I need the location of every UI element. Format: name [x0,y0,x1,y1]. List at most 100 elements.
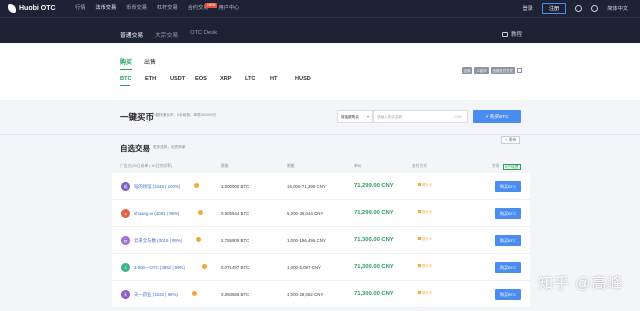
bell-icon[interactable] [575,5,583,12]
download-icon[interactable] [591,5,599,12]
tab-normal-trade[interactable]: 普通交易 [120,30,144,47]
verified-icon [196,237,201,242]
buy-btc-button[interactable]: 购买BTC [495,181,521,192]
tutorial-label: 教程 [510,32,522,38]
quantity: 1.000000 BTC [221,184,250,189]
book-icon [501,31,508,37]
coin-tab-ltc[interactable]: LTC [245,76,270,86]
nav-margin-trade[interactable]: 杠杆交易 [152,0,183,17]
coin-tab-usdt[interactable]: USDT [170,76,195,86]
payment-method: 银行卡 [418,290,432,295]
buy-btc-button[interactable]: 购买BTC [495,289,521,300]
header-price: 单价 [354,164,362,168]
filter-all[interactable]: 全部 [461,67,473,74]
section-title: 自选交易 [120,144,150,153]
table-row: s shuang-xi (4081 | 99%) 0.505544 BTC 5,… [112,200,530,227]
merchant-name[interactable]: 云来全与数 (3019 | 99%) [134,238,182,244]
amount-input[interactable]: 请输入购买金额 CNY [373,110,468,123]
zhihu-watermark: 知乎 @高峰 [538,275,624,292]
coin-tab-eth[interactable]: ETH [145,76,170,86]
language-selector[interactable]: 简体中文 [607,5,628,12]
filter-payment[interactable]: 全部支付方式 [490,67,515,74]
avatar: 云 [121,236,130,245]
limit: 1,000-5,097 CNY [287,265,321,270]
table-row: 云 云来全与数 (3019 | 99%) 2.755909 BTC 1,000-… [112,227,530,254]
unit-price: 71,299.00 CNY [354,183,394,189]
nav-contract-trade[interactable]: 合约交易 NEW [183,0,218,17]
nav-user-center[interactable]: 用户中心 [213,0,244,17]
unit-price: 71,300.00 CNY [354,291,394,297]
filter-toggle-icon[interactable] [517,68,522,73]
limit: 5,000-36,044 CNY [287,211,324,216]
unit-price: 71,300.00 CNY [354,237,394,243]
quick-buy-section: 一键买币 小额快速买币，0手续费，单笔500000万 按金额购买 请输入购买金额… [0,100,640,135]
quick-buy-title: 一键买币 [120,112,155,122]
merchant-name[interactable]: 韬的场馆 (4346 | 100%) [134,184,180,190]
zero-fee-badge: 0手续费 [503,164,521,170]
merchant-name[interactable]: 3.800—OTC (3962 | 99%) [134,265,185,270]
nav-coin-trade[interactable]: 币币交易 [121,0,152,17]
top-right-actions: 登录 注册 简体中文 [522,3,628,14]
coin-tabs: BTC ETH USDT EOS XRP LTC HT HUSD [120,76,320,86]
coin-tab-husd[interactable]: HUSD [295,76,320,86]
main-nav: 行情 法币交易 币币交易 杠杆交易 合约交易 NEW 用户中心 [70,0,244,17]
top-navigation-bar: Huobi OTC 行情 法币交易 币币交易 杠杆交易 合约交易 NEW 用户中… [0,0,640,17]
unit-price: 71,299.00 CNY [354,210,394,216]
limit: 1,000-196,496 CNY [287,238,326,243]
avatar: 天 [121,290,130,299]
quick-buy-description: 小额快速买币，0手续费，单笔500000万 [152,113,217,117]
table-header: 广告方(30日成单 | 30日完成率) 数量 限额 单价 支付方式 交易 0手续… [120,162,525,172]
quick-buy-button[interactable]: ⚡ 购买BTC [473,110,521,123]
buy-btc-button[interactable]: 购买BTC [495,208,521,219]
buy-tab[interactable]: 购买 [120,57,133,70]
buy-btc-button[interactable]: 购买BTC [495,235,521,246]
coin-tab-xrp[interactable]: XRP [220,76,245,86]
filter-currency[interactable]: 人民币 [474,67,489,74]
coin-tab-btc[interactable]: BTC [120,76,145,86]
tutorial-link[interactable]: 教程 [501,30,522,38]
verified-icon [202,264,207,269]
sell-tab[interactable]: 出售 [144,57,156,66]
filter-group: 全部 人民币 全部支付方式 [461,67,522,74]
payment-method: 银行卡 [418,182,432,187]
coin-tab-eos[interactable]: EOS [195,76,220,86]
amount-placeholder: 请输入购买金额 [377,115,403,119]
buy-mode-select[interactable]: 按金额购买 [337,110,373,123]
buy-btc-button[interactable]: 购买BTC [495,262,521,273]
nav-market[interactable]: 行情 [70,0,90,17]
avatar: s [121,209,130,218]
header-payment: 支付方式 [412,164,428,168]
login-link[interactable]: 登录 [522,5,532,12]
merchant-name[interactable]: 天一药业 (1632 | 98%) [134,292,178,298]
payment-method: 银行卡 [418,236,432,241]
quantity: 2.755909 BTC [221,238,250,243]
publish-button[interactable]: + 发布 [501,136,521,144]
verified-icon [192,291,197,296]
table-row: 3 3.800—OTC (3962 | 99%) 0.071497 BTC 1,… [112,254,530,281]
payment-method: 银行卡 [418,209,432,214]
header-action: 交易 [492,164,500,168]
avatar: 韬 [121,182,130,191]
trade-panel: 购买 出售 BTC ETH USDT EOS XRP LTC HT HUSD 全… [0,43,640,100]
limit: 15,000-71,298 CNY [287,184,326,189]
section-subtitle: 更多选择，优质商家 [153,145,186,149]
verified-icon [198,210,203,215]
tab-bulk-trade[interactable]: 大宗交易 [155,30,178,39]
unit-price: 71,300.00 CNY [354,264,394,270]
merchant-name[interactable]: shuang-xi (4081 | 99%) [134,211,179,216]
logo-text: Huobi OTC [19,5,56,12]
nav-fiat-trade[interactable]: 法币交易 [90,0,121,17]
limit: 1,000-28,062 CNY [287,292,324,297]
header-qty: 数量 [221,164,229,168]
quantity: 0.505544 BTC [221,211,250,216]
quantity: 0.393586 BTC [221,292,250,297]
sub-navigation: 普通交易 大宗交易 OTC Desk 教程 [0,17,640,47]
huobi-otc-logo[interactable]: Huobi OTC [8,4,70,13]
verified-icon [194,183,199,188]
table-row: 天 天一药业 (1632 | 98%) 0.393586 BTC 1,000-2… [112,281,530,308]
tab-otc-desk[interactable]: OTC Desk [190,30,217,36]
coin-tab-ht[interactable]: HT [270,76,295,86]
quantity: 0.071497 BTC [221,265,250,270]
register-button[interactable]: 注册 [541,3,567,14]
avatar: 3 [121,263,130,272]
